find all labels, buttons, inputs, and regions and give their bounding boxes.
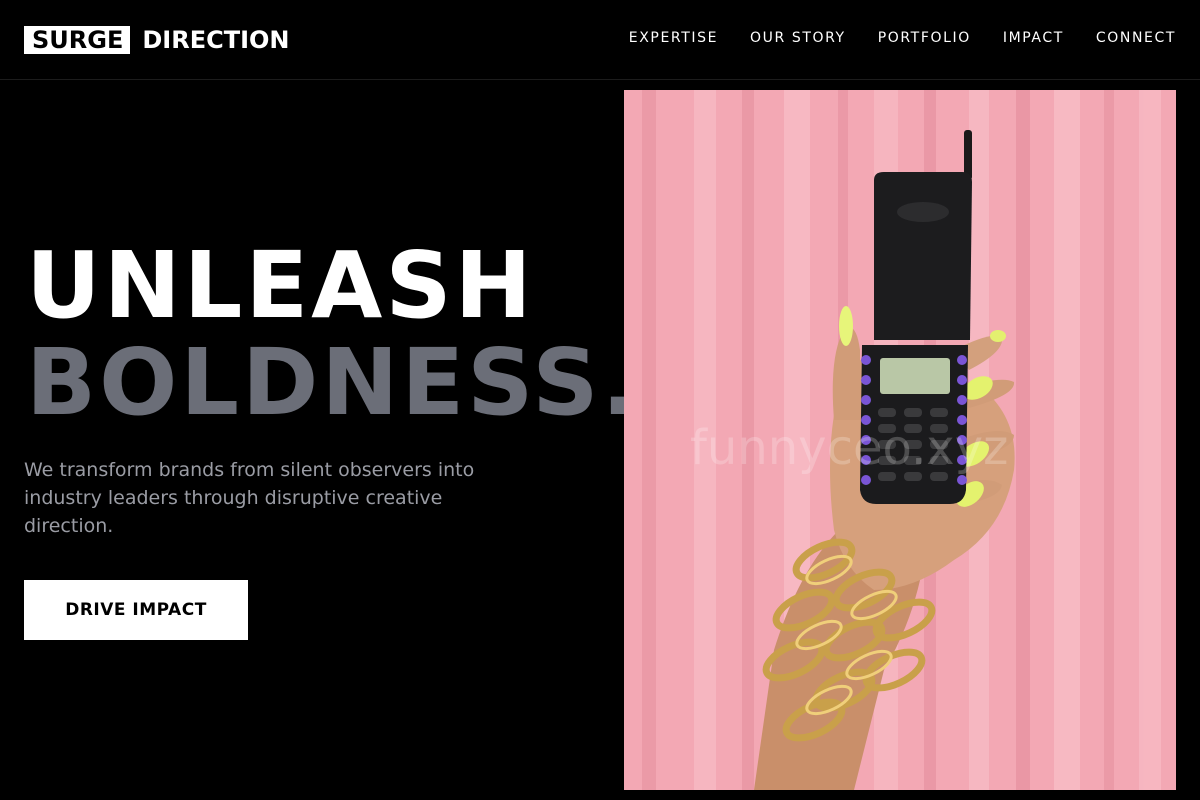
hero-headline-primary: UNLEASH bbox=[26, 232, 535, 339]
nav-item-expertise[interactable]: EXPERTISE bbox=[629, 29, 718, 47]
main-nav: EXPERTISE OUR STORY PORTFOLIO IMPACT CON… bbox=[629, 29, 1176, 47]
nav-item-our-story[interactable]: OUR STORY bbox=[750, 29, 846, 47]
image-watermark: funnyceo.xyz bbox=[690, 420, 1009, 476]
hero-tagline: We transform brands from silent observer… bbox=[24, 459, 475, 537]
nav-item-connect[interactable]: CONNECT bbox=[1096, 29, 1176, 47]
brand-logo[interactable]: SURGE DIRECTION bbox=[24, 26, 290, 54]
site-header: SURGE DIRECTION EXPERTISE OUR STORY PORT… bbox=[0, 0, 1200, 80]
nav-item-impact[interactable]: IMPACT bbox=[1003, 29, 1064, 47]
nav-item-portfolio[interactable]: PORTFOLIO bbox=[878, 29, 971, 47]
hero-headline-secondary: BOLDNESS. bbox=[26, 329, 640, 436]
logo-box-text: SURGE bbox=[24, 26, 131, 54]
logo-text: DIRECTION bbox=[142, 26, 290, 54]
drive-impact-button[interactable]: DRIVE IMPACT bbox=[24, 580, 248, 640]
